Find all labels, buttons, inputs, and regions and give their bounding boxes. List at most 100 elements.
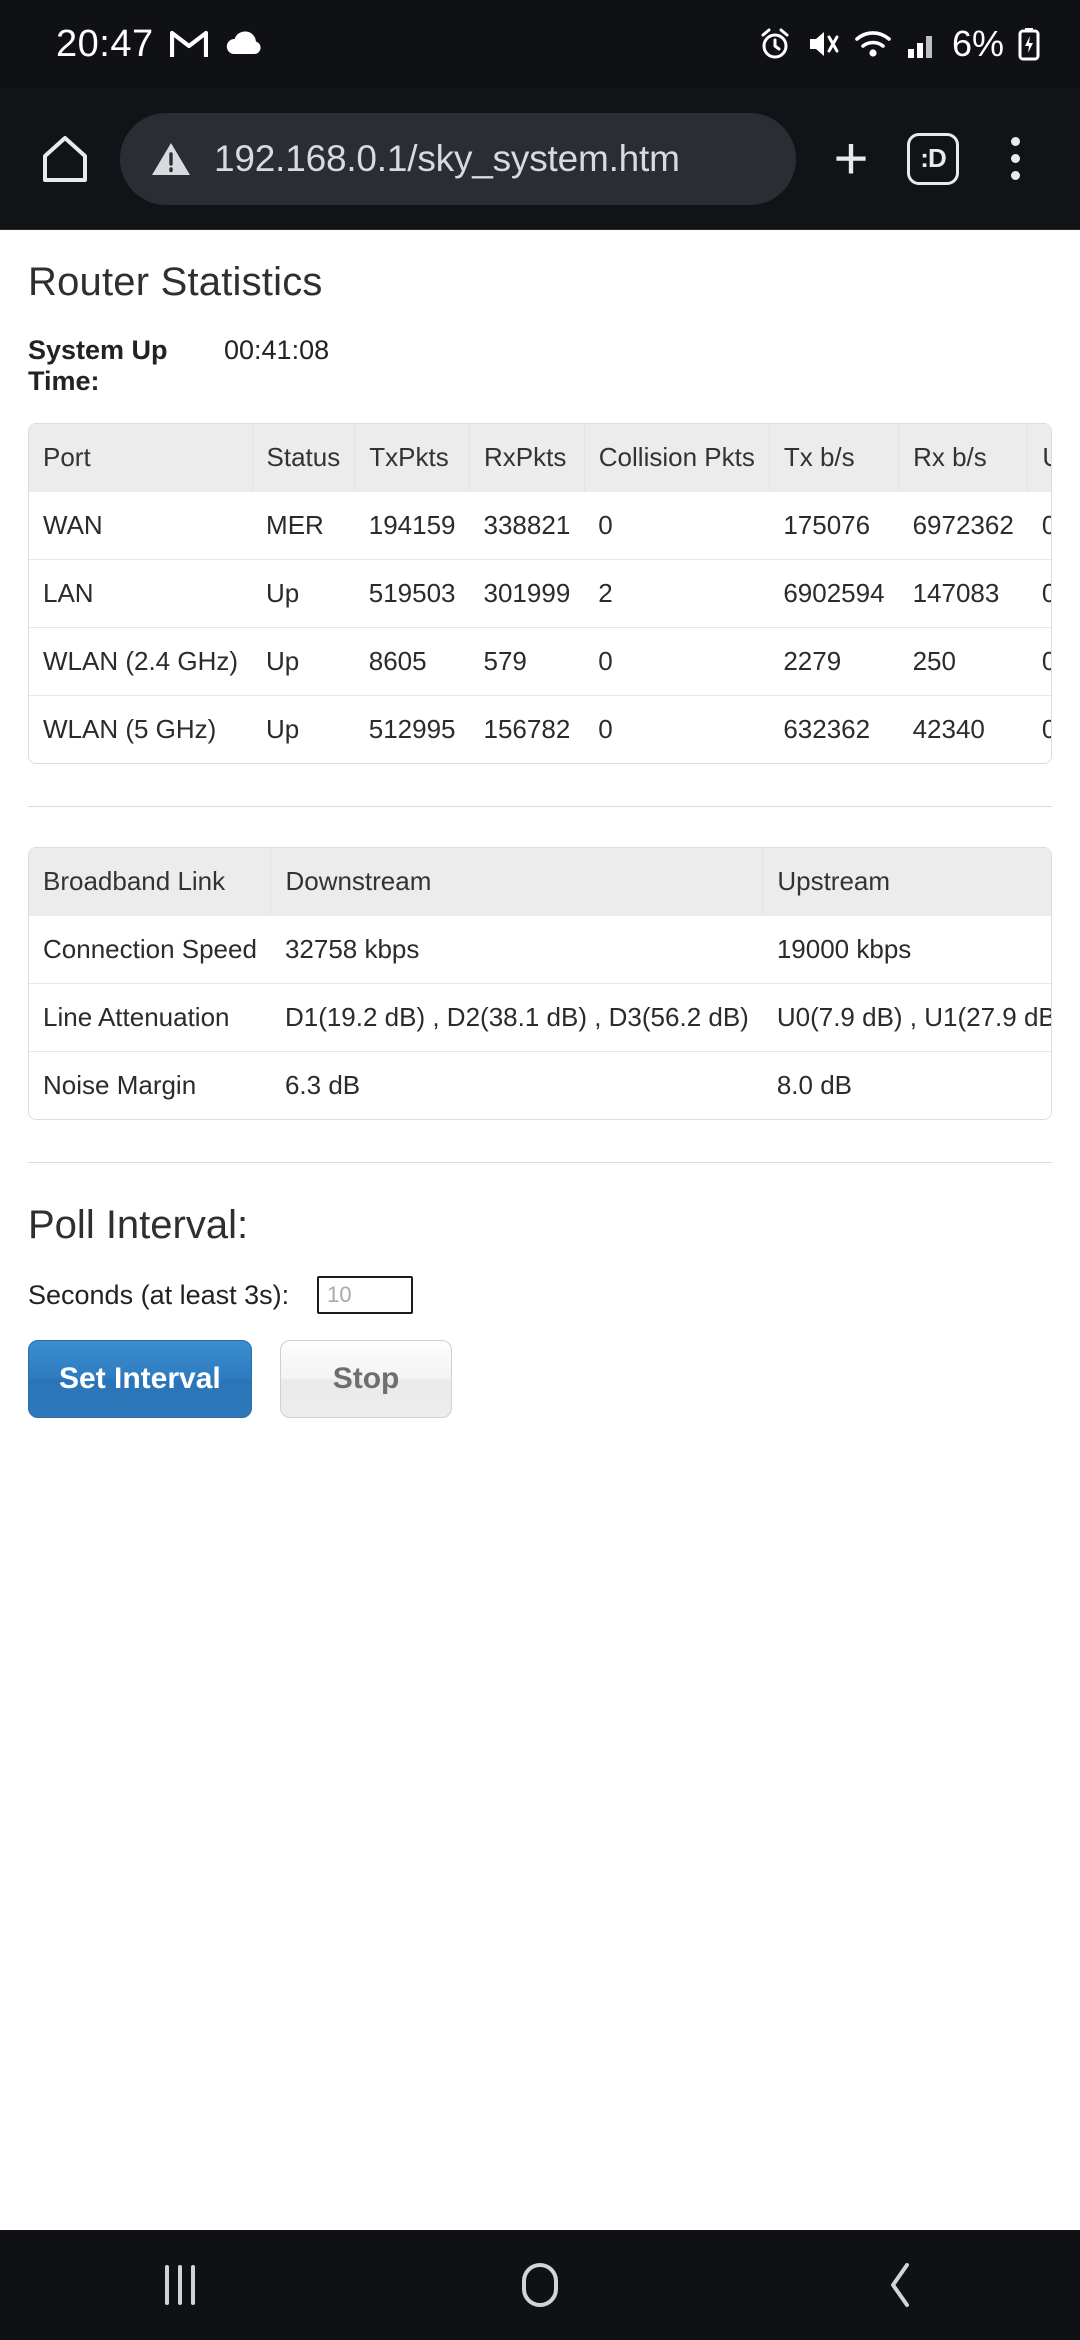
cell-txbs: 175076 (769, 491, 899, 560)
system-uptime-label: System Up Time: (28, 335, 168, 396)
system-uptime-value: 00:41:08 (224, 335, 330, 365)
cell-rxpkts: 156782 (469, 695, 585, 763)
android-status-bar: 20:47 6% (0, 0, 1080, 88)
status-bar-left: 20:47 (56, 23, 264, 66)
cell-uptime: 00:39:13 (1027, 695, 1051, 763)
cell-rxbs: 6972362 (898, 491, 1028, 560)
cloud-icon (224, 30, 264, 58)
broadband-th-downstream: Downstream (270, 848, 764, 916)
ports-table: Port Status TxPkts RxPkts Collision Pkts… (29, 424, 1051, 763)
page-content: Router Statistics System Up Time: 00:41:… (0, 230, 1080, 1418)
table-row: Line Attenuation D1(19.2 dB) , D2(38.1 d… (29, 983, 1051, 1052)
cell-upstream: 19000 kbps (762, 915, 1051, 984)
cell-uptime: 00:39:13 (1027, 627, 1051, 696)
broadband-th-link: Broadband Link (29, 848, 272, 916)
status-bar-right: 6% (758, 23, 1040, 65)
section-divider-1 (28, 806, 1052, 807)
not-secure-warning-icon[interactable] (150, 140, 192, 178)
cell-downstream: D1(19.2 dB) , D2(38.1 dB) , D3(56.2 dB) (270, 983, 763, 1052)
signal-icon (906, 29, 938, 59)
ports-th-rxbs: Rx b/s (898, 424, 1029, 492)
cell-rxpkts: 579 (469, 627, 585, 696)
poll-seconds-input[interactable] (317, 1276, 414, 1314)
cell-upstream: U0(7.9 dB) , U1(27.9 dB) , U2(41.3 dB) (762, 983, 1051, 1052)
cell-collision: 0 (584, 695, 770, 763)
set-interval-button[interactable]: Set Interval (28, 1340, 252, 1418)
home-icon (41, 134, 89, 184)
ports-header-row: Port Status TxPkts RxPkts Collision Pkts… (29, 424, 1051, 492)
ports-th-txpkts: TxPkts (354, 424, 471, 492)
wifi-icon (854, 28, 892, 60)
cell-rxpkts: 338821 (469, 491, 585, 560)
broadband-table-body: Connection Speed 32758 kbps 19000 kbps L… (29, 915, 1051, 1119)
cell-txpkts: 512995 (354, 695, 470, 763)
cell-uptime: 00:11:24 (1027, 491, 1051, 560)
cell-txbs: 6902594 (769, 559, 899, 628)
plus-icon: + (833, 124, 869, 192)
ports-table-head: Port Status TxPkts RxPkts Collision Pkts… (29, 424, 1051, 492)
poll-interval-heading: Poll Interval: (28, 1203, 249, 1247)
recents-button[interactable] (105, 2230, 255, 2340)
cell-txpkts: 194159 (354, 491, 470, 560)
ports-th-rxpkts: RxPkts (469, 424, 585, 492)
browser-menu-button[interactable] (976, 120, 1054, 198)
table-row: WAN MER 194159 338821 0 175076 6972362 0… (29, 491, 1051, 560)
cell-port: WLAN (2.4 GHz) (29, 627, 253, 696)
kebab-menu-icon (1010, 137, 1020, 180)
table-row: Connection Speed 32758 kbps 19000 kbps (29, 915, 1051, 984)
cell-collision: 2 (584, 559, 770, 628)
battery-charging-icon (1018, 27, 1040, 61)
section-divider-2 (28, 1162, 1052, 1163)
poll-button-row: Set Interval Stop (28, 1340, 1052, 1418)
cell-status: Up (252, 695, 355, 763)
cell-collision: 0 (584, 627, 770, 696)
table-row: Noise Margin 6.3 dB 8.0 dB (29, 1051, 1051, 1119)
cell-upstream: 8.0 dB (762, 1051, 1051, 1119)
tab-switcher-button[interactable]: :D (894, 120, 972, 198)
home-button-nav[interactable] (465, 2230, 615, 2340)
new-tab-button[interactable]: + (812, 120, 890, 198)
tab-count-badge: :D (907, 132, 959, 185)
table-row: LAN Up 519503 301999 2 6902594 147083 00… (29, 559, 1051, 628)
gmail-icon (169, 29, 208, 59)
ports-th-collision: Collision Pkts (584, 424, 770, 492)
broadband-table-head: Broadband Link Downstream Upstream (29, 848, 1051, 916)
cell-uptime: 00:41:08 (1027, 559, 1051, 628)
home-icon (522, 2263, 558, 2307)
cell-port: WAN (29, 491, 253, 560)
cell-status: MER (252, 491, 355, 560)
cell-status: Up (252, 627, 355, 696)
cell-collision: 0 (584, 491, 770, 560)
cell-metric-label: Line Attenuation (29, 983, 271, 1052)
cell-status: Up (252, 559, 355, 628)
ports-th-port: Port (29, 424, 253, 492)
poll-seconds-label: Seconds (at least 3s): (28, 1279, 290, 1310)
url-bar[interactable]: 192.168.0.1/sky_system.htm (120, 112, 796, 205)
cell-metric-label: Connection Speed (29, 915, 271, 984)
table-row: WLAN (2.4 GHz) Up 8605 579 0 2279 250 00… (29, 627, 1051, 696)
url-text: 192.168.0.1/sky_system.htm (214, 137, 680, 179)
system-uptime-row: System Up Time: 00:41:08 (28, 335, 1052, 397)
ports-th-txbs: Tx b/s (769, 424, 900, 492)
cell-downstream: 6.3 dB (270, 1051, 763, 1119)
browser-toolbar: 192.168.0.1/sky_system.htm + :D (0, 88, 1080, 230)
cell-txpkts: 8605 (354, 627, 470, 696)
broadband-table: Broadband Link Downstream Upstream Conne… (29, 848, 1051, 1119)
table-row: WLAN (5 GHz) Up 512995 156782 0 632362 4… (29, 695, 1051, 763)
cell-rxbs: 250 (898, 627, 1028, 696)
ports-th-uptime: Up Time (1027, 424, 1051, 492)
android-nav-bar (0, 2230, 1080, 2340)
cell-downstream: 32758 kbps (270, 915, 763, 984)
cell-rxbs: 42340 (898, 695, 1028, 763)
cell-rxbs: 147083 (898, 559, 1028, 628)
ports-table-body: WAN MER 194159 338821 0 175076 6972362 0… (29, 491, 1051, 763)
home-button[interactable] (26, 120, 104, 198)
cell-txpkts: 519503 (354, 559, 470, 628)
back-button[interactable] (825, 2230, 975, 2340)
recents-icon (165, 2265, 195, 2305)
stop-button[interactable]: Stop (279, 1340, 453, 1418)
cell-port: LAN (29, 559, 253, 628)
phone-screen: 20:47 6% 192.168.0.1/sky_system.htm +:D… (0, 0, 1080, 2340)
cell-txbs: 2279 (769, 627, 899, 696)
ports-table-wrapper: Port Status TxPkts RxPkts Collision Pkts… (28, 423, 1052, 764)
